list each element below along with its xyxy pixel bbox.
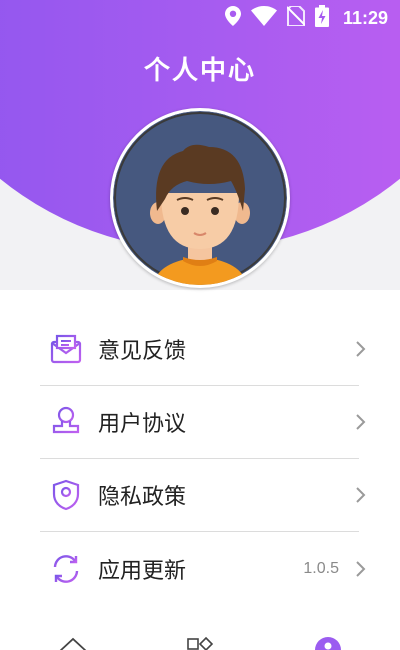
status-time: 11:29 [342,7,388,28]
profile-icon[interactable] [314,636,342,650]
menu-item-label: 应用更新 [98,558,187,584]
menu-item-app-update[interactable]: 应用更新 1.0.5 [40,532,366,605]
menu-item-user-agreement[interactable]: 用户协议 [40,386,366,459]
avatar[interactable] [110,108,290,288]
no-sim-icon [286,5,306,30]
wifi-icon [250,6,277,30]
home-icon[interactable] [58,636,88,650]
app-version: 1.0.5 [303,559,339,577]
chevron-right-icon [353,485,367,505]
avatar-image [113,111,287,285]
apps-icon[interactable] [186,636,214,650]
menu-item-privacy-policy[interactable]: 隐私政策 [40,459,366,532]
refresh-icon [48,551,84,587]
location-icon [224,6,241,30]
bottom-tab-bar [0,628,400,650]
chevron-right-icon [353,559,367,579]
mail-icon [48,331,84,367]
chevron-right-icon [353,339,367,359]
menu-item-feedback[interactable]: 意见反馈 [40,313,366,386]
chevron-right-icon [353,412,367,432]
menu-item-label: 意见反馈 [98,339,187,364]
menu-item-label: 隐私政策 [98,485,187,510]
status-bar: 11:29 [0,0,400,36]
battery-icon [314,5,329,31]
shield-lock-icon [48,477,84,513]
settings-menu: 意见反馈 用户协议 隐私政策 应用更新 1.0.5 [40,313,366,605]
stamp-icon [48,404,84,440]
page-title: 个人中心 [143,56,256,86]
menu-item-label: 用户协议 [98,412,187,437]
